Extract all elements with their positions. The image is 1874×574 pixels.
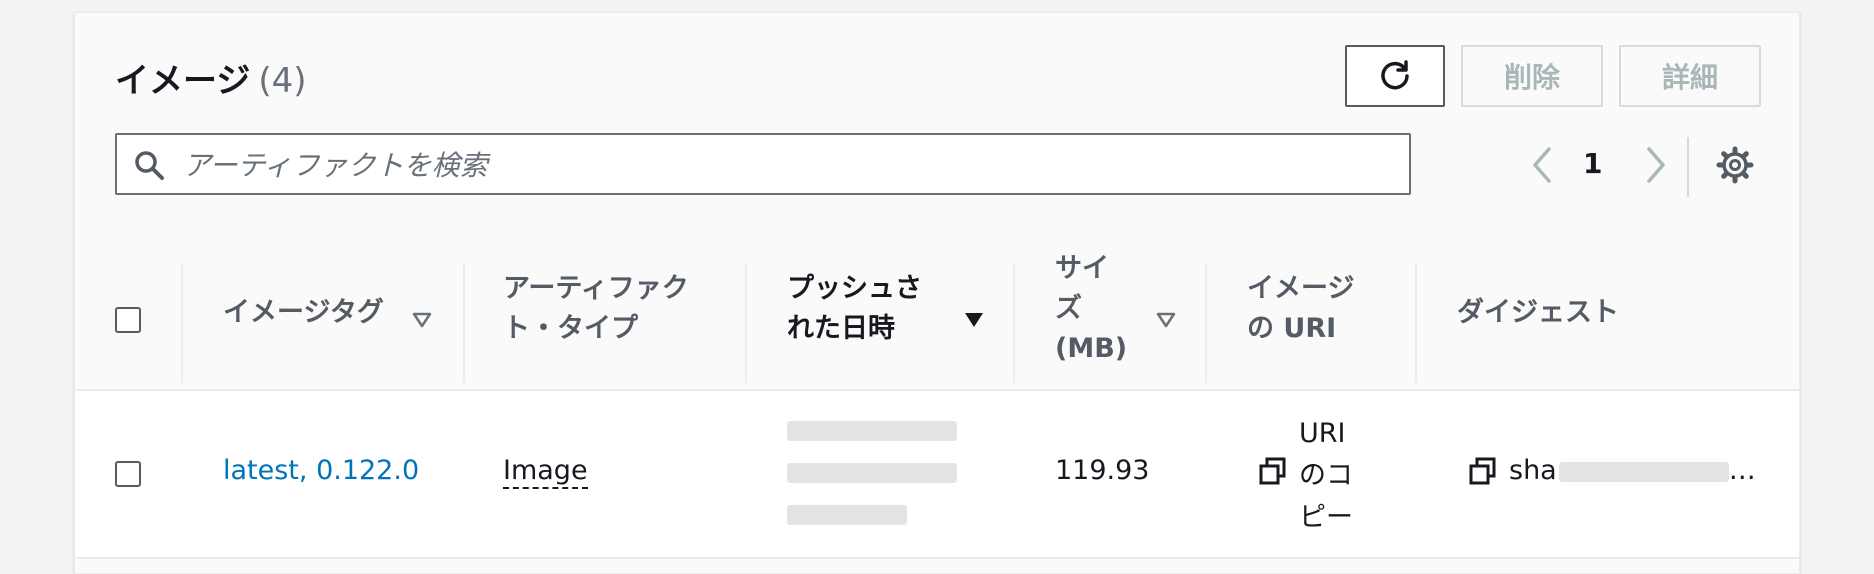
column-header-label: サイ — [1055, 253, 1109, 284]
redacted-text — [787, 463, 957, 483]
sort-icon[interactable] — [411, 311, 433, 329]
column-header-pushed-at[interactable]: プッシュさ れた日時 — [787, 249, 947, 369]
column-header-size[interactable]: サイ ズ (MB) — [1055, 249, 1135, 369]
search-input[interactable] — [181, 141, 1385, 189]
redacted-text — [1558, 461, 1729, 482]
column-header-label: ト・タイプ — [503, 313, 638, 344]
select-all-checkbox[interactable] — [115, 307, 141, 333]
redacted-text — [787, 505, 907, 525]
table-header: イメージタグ アーティファク ト・タイプ プッシュさ れた日時 サイ ズ (MB… — [75, 229, 1799, 391]
image-tag-link[interactable]: latest, 0.122.0 — [223, 455, 419, 486]
image-count: (4) — [258, 61, 307, 101]
digest-prefix: sha — [1509, 455, 1557, 486]
pushed-at-redacted — [787, 421, 967, 529]
copy-icon[interactable] — [1469, 457, 1497, 485]
column-divider — [463, 263, 465, 383]
artifact-search — [115, 133, 1411, 195]
gear-icon[interactable] — [1715, 145, 1755, 185]
column-header-label: ダイジェスト — [1457, 296, 1619, 328]
delete-button[interactable]: 削除 — [1461, 45, 1603, 107]
column-header-label: プッシュさ — [787, 273, 922, 304]
copy-uri-button[interactable]: URI のコ ピー — [1299, 413, 1353, 539]
chevron-left-icon[interactable] — [1527, 145, 1557, 185]
column-header-label: れた日時 — [787, 313, 895, 344]
column-header-image-uri[interactable]: イメージ の URI — [1247, 249, 1387, 369]
column-header-artifact-type[interactable]: アーティファク ト・タイプ — [503, 249, 713, 369]
copy-uri-label: ピー — [1299, 502, 1353, 533]
chevron-right-icon[interactable] — [1641, 145, 1671, 185]
copy-icon[interactable] — [1259, 457, 1287, 485]
row-checkbox[interactable] — [115, 461, 141, 487]
current-page-number[interactable]: 1 — [1583, 147, 1602, 180]
sort-descending-icon[interactable] — [963, 311, 985, 329]
digest-ellipsis: … — [1728, 455, 1756, 486]
title-text: イメージ — [115, 61, 251, 101]
images-panel: イメージ(4) 削除 詳細 1 — [74, 12, 1800, 574]
column-header-label: ズ — [1055, 293, 1082, 324]
table-row[interactable]: latest, 0.122.0 Image 119.93 URI のコ ピー s… — [75, 391, 1799, 559]
column-divider — [1415, 263, 1417, 383]
column-divider — [1013, 263, 1015, 383]
pager-divider — [1687, 137, 1689, 197]
column-header-label: の URI — [1247, 313, 1337, 344]
column-header-label: イメージ — [1247, 273, 1355, 304]
column-header-label: アーティファク — [503, 273, 689, 304]
redacted-text — [787, 421, 957, 441]
details-button[interactable]: 詳細 — [1619, 45, 1761, 107]
column-divider — [181, 263, 183, 383]
page-title: イメージ (4) — [115, 53, 307, 102]
refresh-icon — [1381, 60, 1409, 90]
sort-icon[interactable] — [1155, 311, 1177, 329]
column-divider — [1205, 263, 1207, 383]
artifact-type-value[interactable]: Image — [503, 455, 588, 489]
column-header-label: (MB) — [1055, 333, 1128, 364]
column-divider — [745, 263, 747, 383]
digest-value: sha … — [1509, 455, 1756, 486]
column-header-label: イメージタグ — [223, 296, 384, 328]
column-header-digest[interactable]: ダイジェスト — [1457, 249, 1657, 369]
column-header-image-tag[interactable]: イメージタグ — [223, 249, 423, 369]
search-icon — [135, 151, 164, 180]
copy-uri-label: URI — [1299, 418, 1346, 449]
size-value: 119.93 — [1055, 455, 1150, 486]
copy-uri-label: のコ — [1299, 460, 1353, 491]
panel-header: イメージ(4) 削除 詳細 1 — [75, 13, 1799, 230]
refresh-button[interactable] — [1345, 45, 1445, 107]
